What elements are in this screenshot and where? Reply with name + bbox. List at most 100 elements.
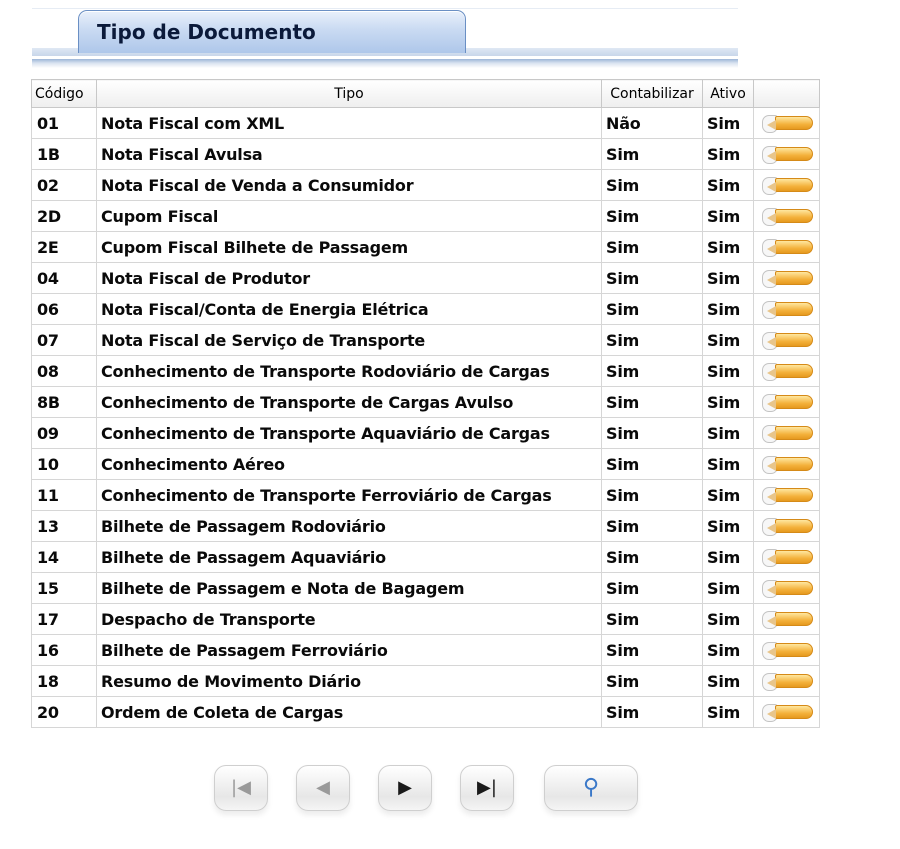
edit-pencil-icon[interactable] (759, 144, 815, 165)
table-row[interactable]: 13 Bilhete de Passagem Rodoviário Sim Sim (31, 510, 820, 542)
cell-ativo: Sim (702, 107, 754, 139)
table-row[interactable]: 8B Conhecimento de Transporte de Cargas A… (31, 386, 820, 418)
cell-contabilizar: Sim (601, 262, 703, 294)
edit-pencil-icon[interactable] (759, 361, 815, 382)
table-row[interactable]: 11 Conhecimento de Transporte Ferroviário… (31, 479, 820, 511)
last-page-button[interactable]: ▶| (460, 765, 514, 811)
prev-page-button[interactable]: ◀ (296, 765, 350, 811)
edit-pencil-icon[interactable] (759, 299, 815, 320)
cell-contabilizar: Sim (601, 696, 703, 728)
cell-contabilizar: Sim (601, 665, 703, 697)
edit-pencil-icon[interactable] (759, 640, 815, 661)
table-row[interactable]: 14 Bilhete de Passagem Aquaviário Sim Sim (31, 541, 820, 573)
cell-tipo: Nota Fiscal/Conta de Energia Elétrica (96, 293, 602, 325)
edit-pencil-icon[interactable] (759, 268, 815, 289)
cell-ativo: Sim (702, 634, 754, 666)
edit-pencil-icon[interactable] (759, 175, 815, 196)
table-row[interactable]: 16 Bilhete de Passagem Ferroviário Sim Sim (31, 634, 820, 666)
cell-contabilizar: Sim (601, 231, 703, 263)
cell-action (753, 479, 820, 511)
column-header-tipo[interactable]: Tipo (96, 79, 602, 108)
cell-tipo: Nota Fiscal com XML (96, 107, 602, 139)
cell-codigo: 07 (31, 324, 97, 356)
cell-action (753, 200, 820, 232)
edit-pencil-icon[interactable] (759, 578, 815, 599)
cell-tipo: Nota Fiscal de Venda a Consumidor (96, 169, 602, 201)
cell-codigo: 02 (31, 169, 97, 201)
table-row[interactable]: 20 Ordem de Coleta de Cargas Sim Sim (31, 696, 820, 728)
cell-ativo: Sim (702, 324, 754, 356)
edit-pencil-icon[interactable] (759, 206, 815, 227)
cell-ativo: Sim (702, 572, 754, 604)
cell-action (753, 696, 820, 728)
cell-ativo: Sim (702, 200, 754, 232)
title-tab-bar: Tipo de Documento (32, 8, 738, 68)
cell-action (753, 417, 820, 449)
table-row[interactable]: 02 Nota Fiscal de Venda a Consumidor Sim Si… (31, 169, 820, 201)
cell-contabilizar: Sim (601, 293, 703, 325)
table-row[interactable]: 09 Conhecimento de Transporte Aquaviário … (31, 417, 820, 449)
cell-contabilizar: Sim (601, 138, 703, 170)
cell-contabilizar: Sim (601, 448, 703, 480)
edit-pencil-icon[interactable] (759, 516, 815, 537)
cell-tipo: Bilhete de Passagem Ferroviário (96, 634, 602, 666)
edit-pencil-icon[interactable] (759, 609, 815, 630)
edit-pencil-icon[interactable] (759, 547, 815, 568)
cell-tipo: Conhecimento de Transporte Ferroviário d… (96, 479, 602, 511)
table-row[interactable]: 08 Conhecimento de Transporte Rodoviário … (31, 355, 820, 387)
table-row[interactable]: 18 Resumo de Movimento Diário Sim Sim (31, 665, 820, 697)
table-row[interactable]: 06 Nota Fiscal/Conta de Energia Elétrica S… (31, 293, 820, 325)
table-row[interactable]: 04 Nota Fiscal de Produtor Sim Sim (31, 262, 820, 294)
cell-ativo: Sim (702, 541, 754, 573)
edit-pencil-icon[interactable] (759, 454, 815, 475)
cell-ativo: Sim (702, 696, 754, 728)
column-header-codigo[interactable]: Código (31, 79, 97, 108)
next-page-button[interactable]: ▶ (378, 765, 432, 811)
next-page-icon: ▶ (398, 777, 412, 798)
cell-tipo: Bilhete de Passagem e Nota de Bagagem (96, 572, 602, 604)
edit-pencil-icon[interactable] (759, 237, 815, 258)
edit-pencil-icon[interactable] (759, 330, 815, 351)
last-page-icon: ▶| (477, 777, 497, 798)
cell-action (753, 169, 820, 201)
table-row[interactable]: 17 Despacho de Transporte Sim Sim (31, 603, 820, 635)
cell-ativo: Sim (702, 138, 754, 170)
cell-codigo: 04 (31, 262, 97, 294)
edit-pencil-icon[interactable] (759, 485, 815, 506)
table-row[interactable]: 10 Conhecimento Aéreo Sim Sim (31, 448, 820, 480)
cell-tipo: Conhecimento de Transporte Aquaviário de… (96, 417, 602, 449)
table-row[interactable]: 2D Cupom Fiscal Sim Sim (31, 200, 820, 232)
search-button[interactable]: ⚲ (544, 765, 638, 811)
cell-ativo: Sim (702, 293, 754, 325)
cell-contabilizar: Sim (601, 510, 703, 542)
cell-tipo: Cupom Fiscal Bilhete de Passagem (96, 231, 602, 263)
cell-contabilizar: Sim (601, 200, 703, 232)
column-header-ativo[interactable]: Ativo (702, 79, 754, 108)
cell-ativo: Sim (702, 355, 754, 387)
prev-page-icon: ◀ (316, 777, 330, 798)
cell-ativo: Sim (702, 665, 754, 697)
cell-tipo: Nota Fiscal de Serviço de Transporte (96, 324, 602, 356)
edit-pencil-icon[interactable] (759, 423, 815, 444)
cell-contabilizar: Sim (601, 355, 703, 387)
table-row[interactable]: 07 Nota Fiscal de Serviço de Transporte Si… (31, 324, 820, 356)
cell-ativo: Sim (702, 262, 754, 294)
edit-pencil-icon[interactable] (759, 702, 815, 723)
edit-pencil-icon[interactable] (759, 113, 815, 134)
first-page-button[interactable]: |◀ (214, 765, 268, 811)
table-row[interactable]: 1B Nota Fiscal Avulsa Sim Sim (31, 138, 820, 170)
cell-contabilizar: Não (601, 107, 703, 139)
cell-codigo: 15 (31, 572, 97, 604)
cell-action (753, 603, 820, 635)
document-type-table: Código Tipo Contabilizar Ativo 01 Nota Fi… (31, 79, 820, 728)
table-row[interactable]: 01 Nota Fiscal com XML Não Sim (31, 107, 820, 139)
edit-pencil-icon[interactable] (759, 392, 815, 413)
cell-codigo: 17 (31, 603, 97, 635)
column-header-contabilizar[interactable]: Contabilizar (601, 79, 703, 108)
cell-action (753, 634, 820, 666)
table-body: 01 Nota Fiscal com XML Não Sim 1B Nota Fiscal… (31, 107, 820, 728)
table-row[interactable]: 2E Cupom Fiscal Bilhete de Passagem Sim Sim (31, 231, 820, 263)
edit-pencil-icon[interactable] (759, 671, 815, 692)
table-row[interactable]: 15 Bilhete de Passagem e Nota de Bagagem S… (31, 572, 820, 604)
cell-tipo: Despacho de Transporte (96, 603, 602, 635)
